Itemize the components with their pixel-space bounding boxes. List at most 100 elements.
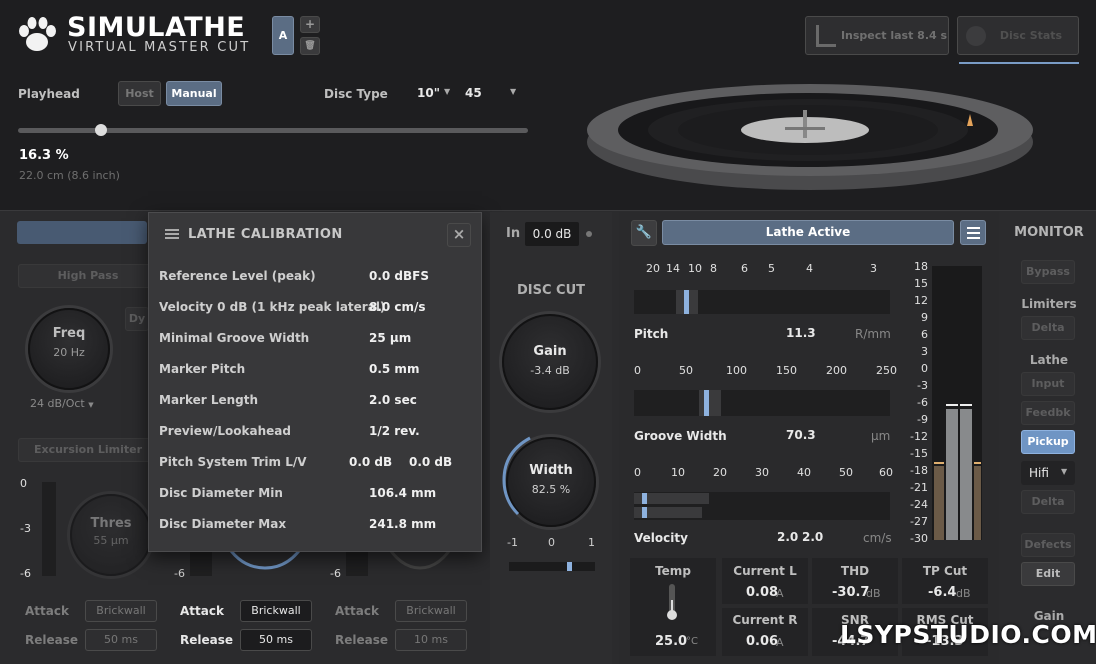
cal-value-diameter-min[interactable]: 106.4 mm: [369, 486, 436, 500]
manual-button[interactable]: Manual: [166, 81, 222, 106]
meter-peak-1: [934, 462, 944, 464]
velocity-label: Velocity: [634, 531, 688, 545]
meter-bar-4: [974, 466, 981, 540]
cal-label-groove-width: Minimal Groove Width: [159, 331, 310, 345]
level-meter: [932, 266, 982, 540]
wrench-icon[interactable]: 🔧: [631, 220, 657, 246]
cal-value-reference-level[interactable]: 0.0 dBFS: [369, 269, 429, 283]
edit-button[interactable]: Edit: [1021, 562, 1075, 586]
microscope-icon: [816, 25, 836, 47]
close-icon[interactable]: ×: [447, 223, 471, 247]
tp-cut-label: TP Cut: [922, 564, 968, 578]
gain-knob[interactable]: Gain -3.4 dB: [502, 314, 598, 410]
release-value-2[interactable]: 50 ms: [240, 629, 312, 651]
thermometer-icon: [667, 584, 677, 622]
host-button[interactable]: Host: [118, 81, 161, 106]
gain-knob-label: Gain: [533, 344, 567, 359]
pickup-button[interactable]: Pickup: [1021, 430, 1075, 454]
groove-scale-150: 150: [776, 364, 797, 377]
chevron-down-icon: ▼: [510, 87, 517, 96]
freq-knob[interactable]: Freq 20 Hz: [28, 308, 110, 390]
excursion-limiter-button[interactable]: Excursion Limiter: [18, 438, 158, 462]
cal-value-preview[interactable]: 1/2 rev.: [369, 424, 420, 438]
pickup-model-select[interactable]: Hifi ▼: [1021, 461, 1075, 485]
section-header-bar[interactable]: [17, 221, 147, 244]
current-r-unit: A: [776, 636, 784, 649]
cal-value-diameter-max[interactable]: 241.8 mm: [369, 517, 436, 531]
thres-knob[interactable]: Thres 55 µm: [70, 494, 152, 576]
dyn-button[interactable]: Dy: [125, 307, 149, 331]
lathe-delta-button[interactable]: Delta: [1021, 490, 1075, 514]
release-label-3: Release: [335, 633, 389, 647]
bypass-button[interactable]: Bypass: [1021, 260, 1075, 284]
cal-label-preview: Preview/Lookahead: [159, 424, 291, 438]
cal-label-marker-pitch: Marker Pitch: [159, 362, 246, 376]
input-label: In: [506, 226, 521, 241]
release-value-3[interactable]: 10 ms: [395, 629, 467, 651]
inspect-button[interactable]: Inspect last 8.4 s: [805, 16, 949, 55]
release-label-2: Release: [180, 633, 234, 647]
meter-peak-3: [960, 404, 972, 406]
defects-button[interactable]: Defects: [1021, 533, 1075, 557]
limiter3-meter: [346, 552, 368, 576]
slope-select[interactable]: 24 dB/Oct ▼: [30, 397, 94, 410]
meter-peak-4: [974, 462, 981, 464]
groove-scale-250: 250: [876, 364, 897, 377]
meter-scale-label: -12: [910, 430, 928, 443]
chevron-down-icon: ▼: [1061, 467, 1068, 476]
balance-scale-center: 0: [548, 536, 555, 549]
velocity-scale-60: 60: [879, 466, 893, 479]
freq-knob-label: Freq: [52, 326, 86, 341]
lathe-settings-icon[interactable]: [960, 220, 986, 245]
pitch-scale-8: 8: [710, 262, 717, 275]
tp-cut-unit: dB: [956, 587, 971, 600]
balance-scale-right: 1: [588, 536, 595, 549]
cal-value-groove-width[interactable]: 25 µm: [369, 331, 411, 345]
release-value-1[interactable]: 50 ms: [85, 629, 157, 651]
cal-value-marker-pitch[interactable]: 0.5 mm: [369, 362, 419, 376]
input-indicator-icon: [586, 231, 592, 237]
attack-value-2[interactable]: Brickwall: [240, 600, 312, 622]
disc-speed-select[interactable]: 45 ▼: [460, 82, 522, 104]
velocity-value-r: 2.0: [802, 530, 824, 544]
pitch-meter: [634, 290, 890, 314]
limiter-scale-0: 0: [20, 477, 27, 490]
attack-value-1[interactable]: Brickwall: [85, 600, 157, 622]
input-button[interactable]: Input: [1021, 372, 1075, 396]
meter-scale-label: 18: [914, 260, 928, 273]
attack-value-3[interactable]: Brickwall: [395, 600, 467, 622]
meter-scale-label: -27: [910, 515, 928, 528]
current-l-unit: A: [776, 587, 784, 600]
gain-knob-value: -3.4 dB: [530, 364, 570, 377]
meter-scale-label: -9: [917, 413, 928, 426]
inspect-label: Inspect last 8.4 s: [840, 29, 948, 42]
cal-value-pitch-trim-l[interactable]: 0.0 dB: [349, 455, 392, 469]
pitch-scale-4: 4: [806, 262, 813, 275]
watermark-text: LSYPSTUDIO.COM: [840, 620, 1096, 649]
disc-size-select[interactable]: 10" ▼: [410, 82, 456, 104]
cal-value-marker-length[interactable]: 2.0 sec: [369, 393, 417, 407]
velocity-scale-0: 0: [634, 466, 641, 479]
delete-preset-button[interactable]: 🗑: [300, 37, 320, 55]
velocity-scale-10: 10: [671, 466, 685, 479]
input-gain-field[interactable]: 0.0 dB: [525, 222, 579, 246]
lathe-status-button[interactable]: Lathe Active: [662, 220, 954, 245]
limiters-delta-button[interactable]: Delta: [1021, 316, 1075, 340]
playhead-label: Playhead: [18, 87, 80, 101]
groove-label: Groove Width: [634, 429, 727, 443]
app-title: SIMULATHE: [67, 12, 246, 43]
groove-scale-50: 50: [679, 364, 693, 377]
playhead-slider[interactable]: [18, 124, 528, 136]
disc-stats-underline: [959, 62, 1079, 64]
lathe-calibration-dialog: LATHE CALIBRATION × Reference Level (pea…: [148, 212, 482, 552]
disc-stats-button[interactable]: Disc Stats: [957, 16, 1079, 55]
preset-slot-button[interactable]: A: [272, 16, 294, 55]
add-preset-button[interactable]: +: [300, 16, 320, 33]
meter-scale-label: 12: [914, 294, 928, 307]
cal-value-pitch-trim-v[interactable]: 0.0 dB: [409, 455, 452, 469]
high-pass-button[interactable]: High Pass: [18, 264, 158, 288]
cal-value-velocity[interactable]: 8.0 cm/s: [369, 300, 426, 314]
playhead-distance: 22.0 cm (8.6 inch): [19, 169, 120, 182]
feedbk-button[interactable]: Feedbk: [1021, 401, 1075, 425]
meter-scale-label: -30: [910, 532, 928, 545]
